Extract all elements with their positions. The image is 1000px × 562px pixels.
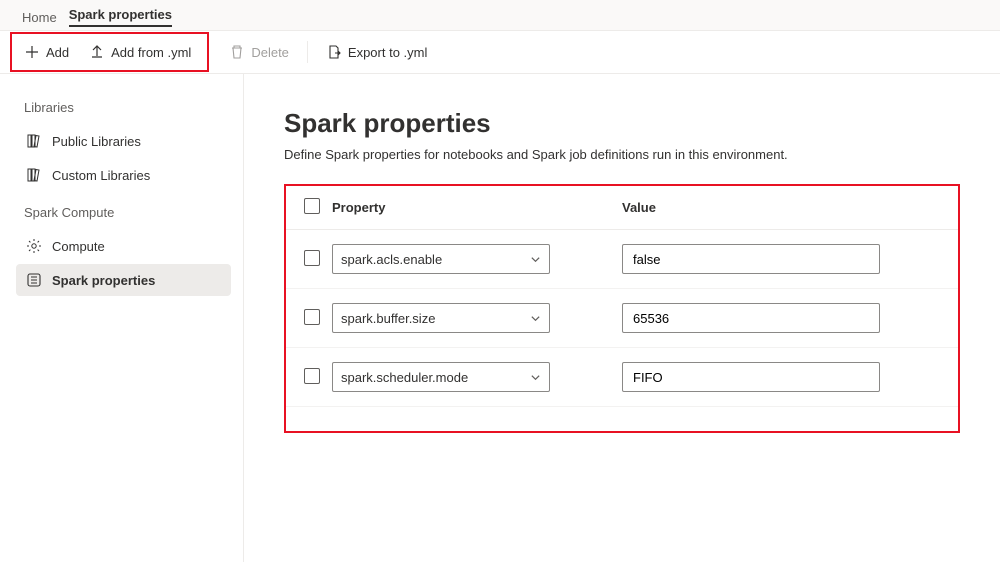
page-title: Spark properties — [284, 108, 960, 139]
page-description: Define Spark properties for notebooks an… — [284, 147, 960, 162]
sidebar-item-label: Custom Libraries — [52, 168, 150, 183]
plus-icon — [24, 44, 40, 60]
export-yml-button[interactable]: Export to .yml — [316, 38, 437, 66]
table-header-row: Property Value — [286, 186, 958, 230]
table-row: spark.buffer.size — [286, 289, 958, 348]
main-content: Spark properties Define Spark properties… — [244, 74, 1000, 562]
workspace: Libraries Public Libraries Custom Librar… — [0, 74, 1000, 562]
row-checkbox[interactable] — [304, 309, 320, 325]
chevron-down-icon — [530, 254, 541, 265]
export-icon — [326, 44, 342, 60]
property-select[interactable]: spark.scheduler.mode — [332, 362, 550, 392]
table-row: spark.scheduler.mode — [286, 348, 958, 407]
value-input[interactable] — [622, 362, 880, 392]
sidebar-item-compute[interactable]: Compute — [16, 230, 231, 262]
list-icon — [26, 272, 42, 288]
books-icon — [26, 167, 42, 183]
add-button[interactable]: Add — [14, 38, 79, 66]
sidebar-item-public-libraries[interactable]: Public Libraries — [16, 125, 231, 157]
chevron-down-icon — [530, 313, 541, 324]
sidebar-item-label: Public Libraries — [52, 134, 141, 149]
upload-icon — [89, 44, 105, 60]
sidebar-item-label: Spark properties — [52, 273, 155, 288]
add-from-yml-label: Add from .yml — [111, 45, 191, 60]
properties-table: Property Value spark.acls.enable — [286, 186, 958, 407]
property-select-value: spark.scheduler.mode — [341, 370, 468, 385]
property-select-value: spark.buffer.size — [341, 311, 435, 326]
highlight-properties-table: Property Value spark.acls.enable — [284, 184, 960, 433]
toolbar-separator — [307, 41, 308, 63]
trash-icon — [229, 44, 245, 60]
table-row: spark.acls.enable — [286, 230, 958, 289]
value-input[interactable] — [622, 303, 880, 333]
toolbar: Add Add from .yml Delete Export to .yml — [0, 30, 1000, 74]
property-select[interactable]: spark.buffer.size — [332, 303, 550, 333]
delete-button: Delete — [219, 38, 299, 66]
sidebar-item-custom-libraries[interactable]: Custom Libraries — [16, 159, 231, 191]
export-yml-label: Export to .yml — [348, 45, 427, 60]
select-all-checkbox[interactable] — [304, 198, 320, 214]
sidebar-item-spark-properties[interactable]: Spark properties — [16, 264, 231, 296]
books-icon — [26, 133, 42, 149]
breadcrumb-home[interactable]: Home — [22, 10, 57, 25]
add-label: Add — [46, 45, 69, 60]
breadcrumb: Home Spark properties — [0, 0, 1000, 28]
sidebar-item-label: Compute — [52, 239, 105, 254]
highlight-add-buttons: Add Add from .yml — [10, 32, 209, 72]
row-checkbox[interactable] — [304, 368, 320, 384]
chevron-down-icon — [530, 372, 541, 383]
property-select[interactable]: spark.acls.enable — [332, 244, 550, 274]
delete-label: Delete — [251, 45, 289, 60]
row-checkbox[interactable] — [304, 250, 320, 266]
sidebar: Libraries Public Libraries Custom Librar… — [0, 74, 244, 562]
gear-icon — [26, 238, 42, 254]
property-select-value: spark.acls.enable — [341, 252, 442, 267]
sidebar-heading-spark-compute: Spark Compute — [24, 205, 231, 220]
column-header-value[interactable]: Value — [622, 186, 958, 230]
column-header-property[interactable]: Property — [332, 186, 622, 230]
add-from-yml-button[interactable]: Add from .yml — [79, 38, 201, 66]
value-input[interactable] — [622, 244, 880, 274]
breadcrumb-current[interactable]: Spark properties — [69, 7, 172, 27]
sidebar-heading-libraries: Libraries — [24, 100, 231, 115]
